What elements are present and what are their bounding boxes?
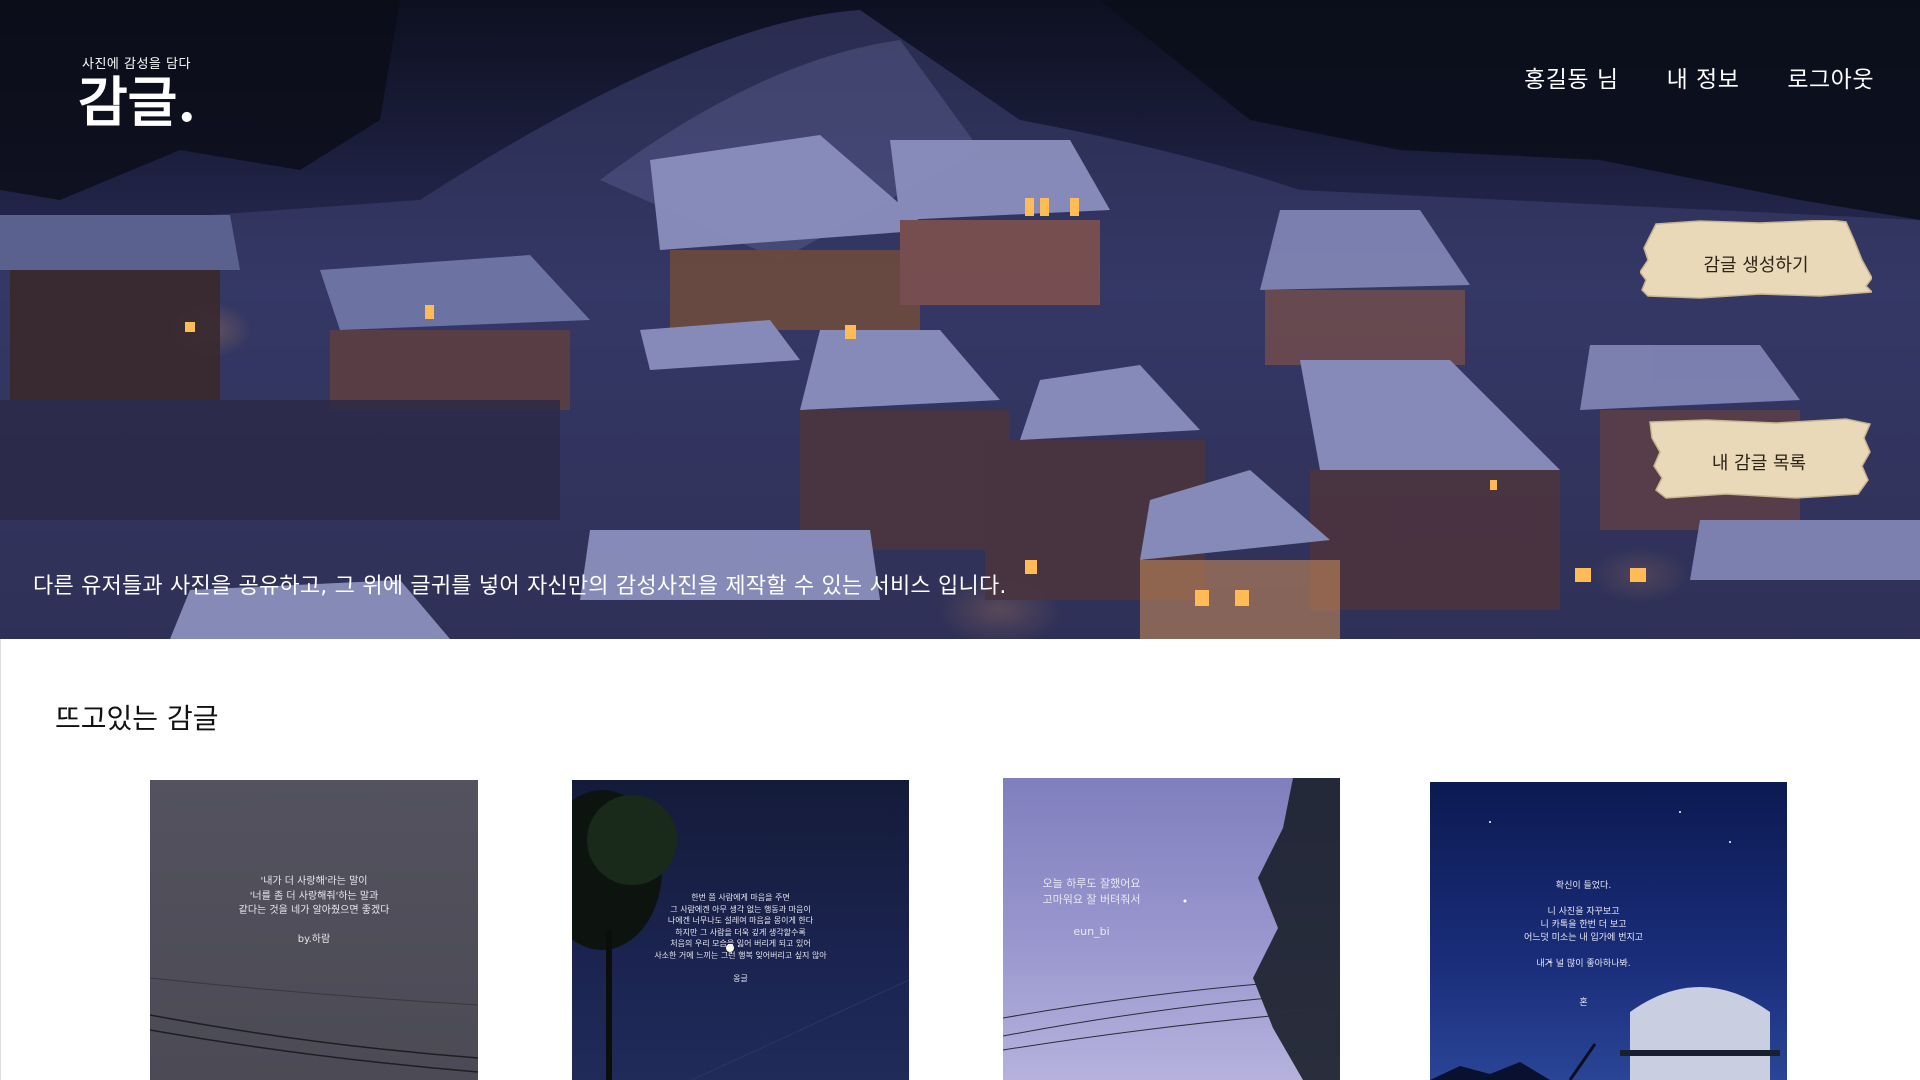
nav-my-info[interactable]: 내 정보	[1667, 60, 1740, 94]
nav-user-name[interactable]: 홍길동 님	[1524, 60, 1618, 94]
list-button-label: 내 감글 목록	[1711, 453, 1807, 474]
gamgeul-card[interactable]: 확신이 들었다. 니 사진을 자꾸보고 니 카톡을 한번 더 보고 어느덧 미소…	[1430, 782, 1787, 1080]
logo[interactable]: 감글.	[78, 75, 196, 129]
card-quote: 오늘 하루도 잘했어요 고마워요 잘 버텨줘서 eun_bi	[1042, 877, 1141, 938]
trending-section: 뜨고있는 감글 '내가 더 사랑해'라는 말이 '너를 좀 더 사랑해줘'하는 …	[0, 639, 1920, 1080]
nav-logout[interactable]: 로그아웃	[1787, 60, 1874, 94]
logo-dot: .	[177, 70, 197, 134]
logo-text: 감글	[78, 70, 178, 134]
gamgeul-card[interactable]: 한번 쯤 사람에게 마음을 주면 그 사람에겐 아무 생각 없는 행동과 마음이…	[572, 780, 909, 1080]
gamgeul-card[interactable]: '내가 더 사랑해'라는 말이 '너를 좀 더 사랑해줘'하는 말과 같다는 것…	[150, 780, 478, 1080]
section-title: 뜨고있는 감글	[55, 702, 219, 735]
card-quote: 확신이 들었다. 니 사진을 자꾸보고 니 카톡을 한번 더 보고 어느덧 미소…	[1523, 881, 1644, 1009]
brand[interactable]: 사진에 감성을 담다 감글.	[78, 58, 196, 129]
hero-banner: 사진에 감성을 담다 감글. 홍길동 님 내 정보 로그아웃 감글 생성하기 내…	[0, 0, 1920, 639]
service-description: 다른 유저들과 사진을 공유하고, 그 위에 글귀를 넣어 자신만의 감성사진을…	[33, 574, 1007, 599]
create-button-label: 감글 생성하기	[1703, 255, 1809, 276]
gamgeul-card[interactable]: 오늘 하루도 잘했어요 고마워요 잘 버텨줘서 eun_bi	[1003, 778, 1340, 1080]
top-nav: 홍길동 님 내 정보 로그아웃	[1524, 60, 1874, 94]
card-quote: '내가 더 사랑해'라는 말이 '너를 좀 더 사랑해줘'하는 말과 같다는 것…	[238, 876, 390, 945]
card-quote: 한번 쯤 사람에게 마음을 주면 그 사람에겐 아무 생각 없는 행동과 마음이…	[654, 893, 827, 984]
my-gamgeul-list-button[interactable]: 내 감글 목록	[1646, 418, 1872, 506]
village-night-photo	[0, 0, 1920, 639]
create-gamgeul-button[interactable]: 감글 생성하기	[1640, 220, 1872, 308]
